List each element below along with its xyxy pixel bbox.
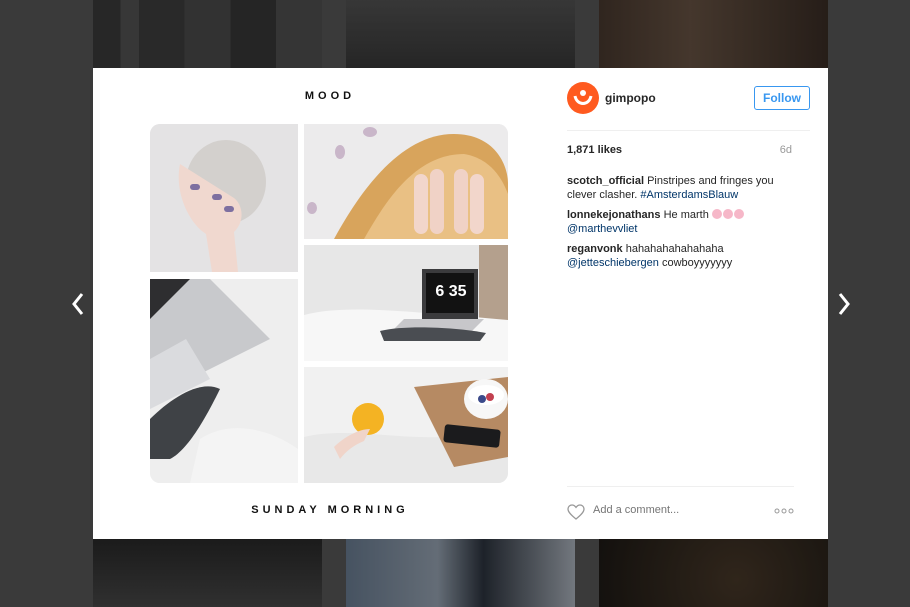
comment-username[interactable]: reganvonk: [567, 243, 623, 255]
username-link[interactable]: gimpopo: [605, 91, 656, 105]
post-top-caption: MOOD: [304, 90, 356, 102]
background-post-thumbnail[interactable]: [346, 539, 575, 607]
photo-collage[interactable]: 6 35: [150, 124, 508, 483]
emoji-icon: [733, 209, 744, 219]
photo-hands-over-face: [304, 124, 508, 239]
post-header: gimpopo Follow: [567, 68, 810, 131]
photo-hand-stone: [150, 124, 298, 272]
comment-item: scotch_official Pinstripes and fringes y…: [567, 174, 792, 202]
photo-laptop-scarf: [150, 279, 298, 483]
background-post-thumbnail[interactable]: [93, 539, 322, 607]
photo-laptop-bed: 6 35: [304, 245, 508, 361]
smile-icon: [573, 90, 593, 105]
comment-item: reganvonk hahahahahahahaha @jetteschiebe…: [567, 242, 792, 270]
follow-button[interactable]: Follow: [754, 86, 810, 110]
chevron-right-icon: [838, 293, 850, 315]
post-media: MOOD 6 35 SUNDAY MORNING: [93, 68, 567, 539]
comment-composer: [567, 486, 794, 540]
heart-icon[interactable]: [567, 504, 585, 520]
more-options-icon[interactable]: [774, 507, 794, 515]
post-sidebar: gimpopo Follow 1,871 likes 6d scotch_off…: [567, 68, 828, 539]
post-modal: MOOD 6 35 SUNDAY MORNING gimpopo Follow …: [93, 68, 828, 539]
avatar[interactable]: [567, 82, 599, 114]
clock-display: 6 35: [435, 283, 467, 300]
comment-text-tail: cowboyyyyyyy: [661, 257, 733, 269]
add-comment-input[interactable]: [593, 504, 753, 516]
background-post-thumbnail[interactable]: [93, 0, 322, 68]
likes-count[interactable]: 1,871 likes: [567, 144, 622, 156]
chevron-left-icon: [72, 293, 84, 315]
post-bottom-caption: SUNDAY MORNING: [251, 504, 409, 516]
hashtag-link[interactable]: #AmsterdamsBlauw: [640, 189, 738, 201]
post-stats: 1,871 likes 6d: [567, 144, 792, 156]
background-post-thumbnail[interactable]: [599, 0, 828, 68]
photo-breakfast-tray: [304, 367, 508, 483]
emoji-icon: [722, 209, 733, 219]
emoji-icon: [711, 209, 722, 219]
comment-text: hahahahahahahaha: [625, 243, 724, 255]
background-post-thumbnail[interactable]: [346, 0, 575, 68]
background-post-thumbnail[interactable]: [599, 539, 828, 607]
mention-link[interactable]: @jetteschiebergen: [567, 257, 659, 269]
comment-item: lonnekejonathans He marth @marthevvliet: [567, 208, 792, 236]
mention-link[interactable]: @marthevvliet: [567, 223, 637, 235]
next-post-button[interactable]: [834, 290, 854, 318]
previous-post-button[interactable]: [68, 290, 88, 318]
comments-list: scotch_official Pinstripes and fringes y…: [567, 174, 792, 276]
comment-username[interactable]: scotch_official: [567, 175, 644, 187]
post-age[interactable]: 6d: [780, 144, 792, 156]
comment-text: He marth: [663, 209, 709, 221]
comment-username[interactable]: lonnekejonathans: [567, 209, 661, 221]
